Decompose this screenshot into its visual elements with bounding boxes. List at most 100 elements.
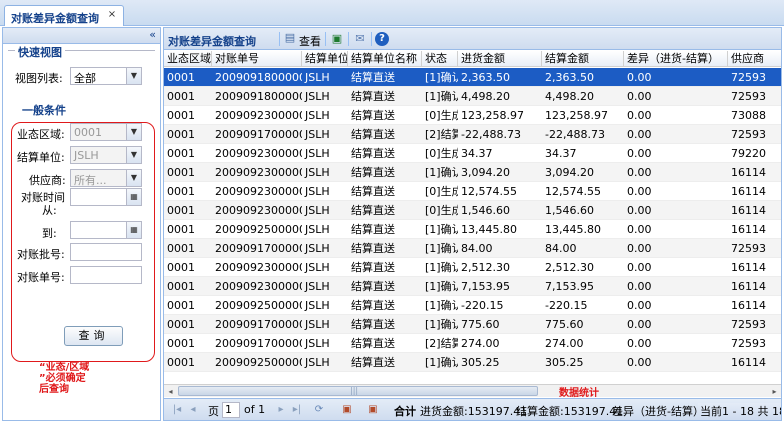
col-business-area-cell: 0001 bbox=[167, 337, 195, 350]
col-settle-amount-cell: 123,258.97 bbox=[545, 109, 608, 122]
refresh-icon[interactable]: ⟳ bbox=[312, 403, 326, 417]
col-supplier-cell: 73088 bbox=[731, 109, 766, 122]
col-settle-amount-cell: -220.15 bbox=[545, 299, 588, 312]
col-purchase-amount-cell: 3,094.20 bbox=[461, 166, 510, 179]
col-status-cell: [1]确认 bbox=[425, 242, 458, 255]
col-settle-unit-cell: JSLH bbox=[305, 318, 330, 331]
col-settle-unit-header[interactable]: 结算单位 bbox=[302, 51, 348, 67]
col-bill-number-cell: 20090917000001 bbox=[215, 128, 302, 141]
table-row[interactable]: 000120090923000008JSLH结算直送[1]确认2,512.302… bbox=[164, 258, 781, 277]
col-status-cell: [1]确认 bbox=[425, 90, 458, 103]
calendar-icon[interactable]: ▦ bbox=[126, 189, 141, 205]
supplier-select[interactable]: 所有... ▼ bbox=[70, 169, 142, 187]
col-settle-unit-name-header[interactable]: 结算单位名称 bbox=[348, 51, 422, 67]
table-row[interactable]: 000120090923000009JSLH结算直送[1]确认7,153.957… bbox=[164, 277, 781, 296]
view-list-select[interactable]: 全部 ▼ bbox=[70, 67, 142, 85]
next-page-icon[interactable]: ▸ bbox=[274, 403, 288, 417]
horizontal-scrollbar[interactable]: ◂ ||| ▸ bbox=[164, 384, 781, 397]
excel-export-icon[interactable]: ▣ bbox=[330, 32, 344, 46]
table-row[interactable]: 000120090923000002JSLH结算直送[0]生成123,258.9… bbox=[164, 106, 781, 125]
col-difference-cell: 0.00 bbox=[627, 337, 652, 350]
calendar-icon[interactable]: ▦ bbox=[126, 222, 141, 238]
supplier-value: 所有... bbox=[74, 174, 107, 187]
col-purchase-amount-cell: -22,488.73 bbox=[461, 128, 521, 141]
col-status-cell: [1]确认 bbox=[425, 280, 458, 293]
table-row[interactable]: 000120090918000001JSLH结算直送[1]确认2,363.502… bbox=[164, 68, 781, 87]
col-purchase-amount-cell: 4,498.20 bbox=[461, 90, 510, 103]
col-difference-cell: 0.00 bbox=[627, 204, 652, 217]
col-settle-unit-name-cell: 结算直送 bbox=[351, 166, 395, 179]
col-settle-amount-cell: 4,498.20 bbox=[545, 90, 594, 103]
table-row[interactable]: 000120090917000008JSLH结算直送[1]确认84.0084.0… bbox=[164, 239, 781, 258]
table-row[interactable]: 000120090923000005JSLH结算直送[0]生成12,574.55… bbox=[164, 182, 781, 201]
col-difference-cell: 0.00 bbox=[627, 90, 652, 103]
table-row[interactable]: 000120090925000001JSLH结算直送[1]确认-220.15-2… bbox=[164, 296, 781, 315]
last-page-icon[interactable]: ▸| bbox=[290, 403, 304, 417]
table-row[interactable]: 000120090923000007JSLH结算直送[0]生成1,546.601… bbox=[164, 201, 781, 220]
close-icon[interactable]: × bbox=[106, 9, 118, 21]
business-area-select[interactable]: 0001 ▼ bbox=[70, 123, 142, 141]
col-status-header[interactable]: 状态 bbox=[422, 51, 458, 67]
col-settle-unit-name-cell: 结算直送 bbox=[351, 299, 395, 312]
search-button[interactable]: 查询 bbox=[64, 326, 123, 346]
col-settle-unit-cell: JSLH bbox=[305, 223, 330, 236]
col-difference-cell: 0.00 bbox=[627, 166, 652, 179]
col-purchase-amount-header[interactable]: 进货金额 bbox=[458, 51, 542, 67]
col-bill-number-cell: 20090925000001 bbox=[215, 299, 302, 312]
print-icon[interactable]: ▣ bbox=[366, 403, 380, 417]
scroll-right-icon[interactable]: ▸ bbox=[768, 386, 781, 397]
col-settle-amount-cell: 12,574.55 bbox=[545, 185, 601, 198]
col-purchase-amount-cell: 305.25 bbox=[461, 356, 500, 369]
tab-reconciliation-query[interactable]: 对账差异金额查询 × bbox=[4, 5, 124, 26]
help-icon[interactable]: ? bbox=[375, 32, 389, 46]
collapse-panel-icon[interactable]: « bbox=[149, 28, 156, 41]
view-icon: ▤ bbox=[284, 31, 296, 44]
col-settle-unit-name-cell: 结算直送 bbox=[351, 147, 395, 160]
view-button[interactable]: ▤ 查看 bbox=[283, 31, 323, 48]
toolbar-separator bbox=[348, 32, 349, 46]
chevron-down-icon[interactable]: ▼ bbox=[126, 124, 141, 140]
business-area-label: 业态区域: bbox=[17, 128, 65, 141]
col-difference-header[interactable]: 差异（进货-结算） bbox=[624, 51, 728, 67]
date-from-field[interactable]: ▦ bbox=[70, 188, 142, 206]
col-settle-amount-header[interactable]: 结算金额 bbox=[542, 51, 624, 67]
col-settle-amount-cell: 305.25 bbox=[545, 356, 584, 369]
date-to-field[interactable]: ▦ bbox=[70, 221, 142, 239]
settlement-unit-value: JSLH bbox=[74, 149, 99, 162]
col-settle-unit-name-cell: 结算直送 bbox=[351, 242, 395, 255]
table-row[interactable]: 000120090917000001JSLH结算直送[2]结算-22,488.7… bbox=[164, 125, 781, 144]
chevron-down-icon[interactable]: ▼ bbox=[126, 68, 141, 84]
mail-icon[interactable]: ✉ bbox=[353, 32, 367, 46]
table-row[interactable]: 000120090918000002JSLH结算直送[1]确认4,498.204… bbox=[164, 87, 781, 106]
batch-number-field[interactable] bbox=[70, 243, 142, 261]
col-difference-cell: 0.00 bbox=[627, 261, 652, 274]
prev-page-icon[interactable]: ◂ bbox=[186, 403, 200, 417]
col-bill-number-cell: 20090917000008 bbox=[215, 242, 302, 255]
grid-body: 000120090918000001JSLH结算直送[1]确认2,363.502… bbox=[164, 68, 781, 385]
col-bill-number-header[interactable]: 对账单号 bbox=[212, 51, 302, 67]
chevron-down-icon[interactable]: ▼ bbox=[126, 147, 141, 163]
col-settle-amount-cell: 2,512.30 bbox=[545, 261, 594, 274]
col-bill-number-cell: 20090923000004 bbox=[215, 166, 302, 179]
table-row[interactable]: 000120090923000004JSLH结算直送[1]确认3,094.203… bbox=[164, 163, 781, 182]
col-status-cell: [1]确认 bbox=[425, 166, 458, 179]
settlement-unit-select[interactable]: JSLH ▼ bbox=[70, 146, 142, 164]
bill-number-field[interactable] bbox=[70, 266, 142, 284]
col-difference-cell: 0.00 bbox=[627, 223, 652, 236]
col-status-cell: [0]生成 bbox=[425, 147, 458, 160]
table-row[interactable]: 000120090925000002JSLH结算直送[1]确认13,445.80… bbox=[164, 220, 781, 239]
table-row[interactable]: 000120090917000007JSLH结算直送[2]结算274.00274… bbox=[164, 334, 781, 353]
business-area-value: 0001 bbox=[74, 126, 102, 139]
first-page-icon[interactable]: |◂ bbox=[170, 403, 184, 417]
col-business-area-cell: 0001 bbox=[167, 185, 195, 198]
col-supplier-header[interactable]: 供应商 bbox=[728, 51, 781, 67]
table-row[interactable]: 000120090925000003JSLH结算直送[1]确认305.25305… bbox=[164, 353, 781, 372]
table-row[interactable]: 000120090917000004JSLH结算直送[1]确认775.60775… bbox=[164, 315, 781, 334]
col-business-area-cell: 0001 bbox=[167, 318, 195, 331]
col-business-area-header[interactable]: 业态区域 bbox=[164, 51, 212, 67]
scroll-left-icon[interactable]: ◂ bbox=[164, 386, 177, 397]
chevron-down-icon[interactable]: ▼ bbox=[126, 170, 141, 186]
export-icon[interactable]: ▣ bbox=[340, 403, 354, 417]
page-number-input[interactable]: 1 bbox=[222, 402, 240, 418]
table-row[interactable]: 000120090923000003JSLH结算直送[0]生成34.3734.3… bbox=[164, 144, 781, 163]
